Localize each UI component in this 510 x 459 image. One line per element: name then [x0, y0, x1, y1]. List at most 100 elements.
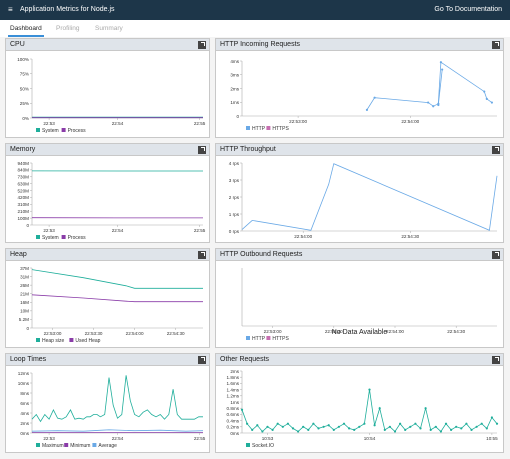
data-point: [399, 422, 402, 425]
legend-label: Maximum: [42, 443, 64, 449]
expand-icon[interactable]: [492, 356, 500, 364]
legend-swatch: [36, 235, 40, 239]
data-point: [358, 425, 361, 428]
legend-swatch: [36, 338, 40, 342]
y-tick-label: 1ms: [230, 100, 239, 105]
legend-swatch: [61, 235, 66, 239]
x-tick-label: 22:53:00: [44, 331, 62, 336]
data-point: [429, 428, 432, 431]
legend-label: HTTPS: [272, 336, 289, 342]
tab-profiling[interactable]: Profiling: [56, 25, 79, 32]
y-tick-label: 21M: [20, 292, 29, 297]
expand-icon[interactable]: [198, 41, 206, 49]
y-tick-label: 420M: [18, 195, 30, 200]
data-point: [490, 101, 493, 104]
data-point: [291, 427, 295, 430]
data-point: [348, 427, 351, 430]
y-tick-label: 2ms: [230, 86, 239, 91]
data-point: [337, 425, 340, 428]
memory-chart: 0 100M 210M 310M 420M 520M 630M730M 840M 940M 22:…: [18, 161, 206, 241]
x-tick-label: 10:53: [262, 436, 274, 441]
http-outbound-panel: HTTP Outbound Requests 22:53:00 22:53:30 2…: [215, 248, 504, 348]
y-tick-label: 0%: [22, 116, 29, 121]
data-point: [483, 90, 486, 93]
y-tick-label: 1.2ms: [226, 394, 239, 399]
http-throughput-chart: 0 rps 1 rps 2 rps 3 rps 4 rps 22:54:00 22:54:3…: [229, 161, 498, 239]
panel-title: CPU: [10, 41, 25, 48]
data-point: [432, 105, 435, 108]
expand-icon[interactable]: [492, 146, 500, 154]
y-tick-label: 2ms: [230, 369, 239, 374]
data-point: [414, 422, 417, 425]
data-point: [495, 422, 499, 425]
data-point: [470, 428, 473, 431]
y-tick-label: 50%: [20, 86, 29, 91]
data-point: [322, 425, 325, 428]
data-point: [404, 428, 407, 431]
x-tick-label: 22:55: [194, 228, 206, 233]
y-tick-label: 520M: [18, 188, 30, 193]
legend-label: Process: [68, 235, 87, 241]
y-tick-label: 1.6ms: [226, 381, 239, 386]
panel-header: Heap: [6, 249, 209, 261]
tab-summary[interactable]: Summary: [95, 25, 123, 32]
menu-icon[interactable]: ≡: [8, 6, 13, 14]
y-tick-label: 0: [26, 223, 29, 228]
x-tick-label: 22:53:00: [289, 119, 307, 124]
y-tick-label: 26M: [20, 283, 29, 288]
data-point: [444, 422, 448, 425]
y-tick-label: 0.6ms: [226, 412, 239, 417]
x-tick-label: 22:53: [43, 436, 55, 441]
data-point: [437, 103, 440, 107]
heap-panel: Heap 0 5.2M 10M 16M 21M 26M 31M 37M 22:53:00 22:5…: [5, 248, 210, 348]
y-tick-label: 25%: [20, 101, 29, 106]
data-point: [353, 428, 356, 431]
data-point: [251, 428, 254, 431]
x-tick-label: 22:54:00: [294, 234, 312, 239]
data-point: [393, 430, 397, 433]
app-header: ≡ Application Metrics for Node.js Go To …: [0, 0, 510, 20]
data-point: [378, 407, 381, 410]
y-tick-label: 0.4ms: [226, 418, 239, 423]
y-tick-label: 3ms: [230, 73, 239, 78]
expand-icon[interactable]: [198, 251, 206, 259]
data-point: [246, 422, 249, 425]
legend-label: Minimum: [70, 443, 90, 449]
panel-title: Other Requests: [220, 356, 270, 363]
expand-icon[interactable]: [198, 146, 206, 154]
legend-swatch: [246, 126, 250, 130]
y-tick-label: 0 rps: [229, 229, 240, 234]
y-tick-label: 840M: [18, 168, 30, 173]
other-requests-panel: Other Requests 0ms 0.2ms 0.4ms 0.6ms 0.8ms 1m…: [215, 353, 504, 453]
data-point: [368, 388, 371, 391]
data-point: [485, 427, 488, 430]
tab-dashboard[interactable]: Dashboard: [8, 25, 44, 37]
series-line: [241, 163, 498, 231]
data-point: [475, 425, 478, 428]
data-point: [312, 422, 315, 425]
legend-swatch: [61, 128, 66, 132]
series-line: [31, 429, 204, 432]
legend-swatch: [69, 338, 74, 342]
data-point: [439, 430, 442, 433]
legend-swatch: [246, 443, 250, 447]
data-point: [281, 425, 284, 428]
y-tick-label: 4ms: [230, 59, 239, 64]
data-point: [419, 427, 422, 430]
x-tick-label: 10:54: [364, 436, 376, 441]
y-tick-label: 0.2ms: [226, 425, 239, 430]
legend-swatch: [246, 336, 250, 340]
data-point: [434, 425, 437, 428]
documentation-link[interactable]: Go To Documentation: [434, 6, 502, 13]
expand-icon[interactable]: [492, 41, 500, 49]
series-line: [31, 269, 203, 289]
expand-icon[interactable]: [492, 251, 500, 259]
http-throughput-panel: HTTP Throughput 0 rps 1 rps 2 rps 3 rps 4 rp…: [215, 143, 504, 243]
panel-title: Memory: [10, 146, 36, 153]
data-point: [388, 425, 391, 428]
x-tick-label: 22:54: [112, 121, 124, 126]
expand-icon[interactable]: [198, 356, 206, 364]
series-line: [366, 61, 493, 111]
loop-times-chart: 0ms 2ms 4ms 6ms 8ms 10ms 12ms 22:53 22:54 22:55 Ma…: [18, 371, 206, 449]
series-line: [31, 294, 203, 303]
